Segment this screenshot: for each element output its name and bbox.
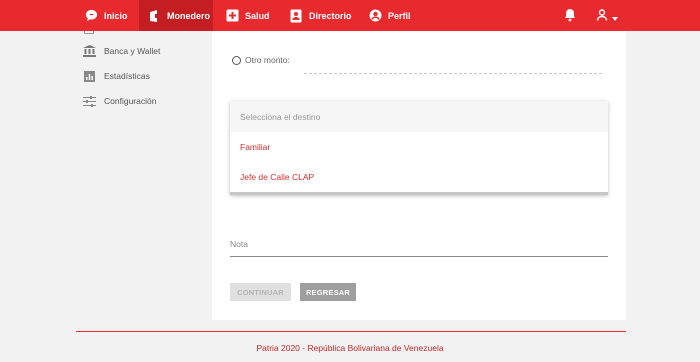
medical-cross-icon [225, 9, 239, 23]
sidebar-item-estadisticas[interactable]: Estadísticas [82, 70, 150, 82]
bar-chart-icon [82, 70, 96, 82]
chat-bubble-icon [84, 9, 98, 23]
nav-label-monedero: Monedero [167, 10, 211, 21]
user-circle-icon [368, 9, 382, 23]
sidebar-item-banca[interactable]: Banca y Wallet [82, 45, 160, 57]
note-field[interactable] [230, 256, 608, 257]
bank-icon [82, 45, 96, 57]
note-field-label: Nota [230, 239, 248, 249]
nav-label-salud: Salud [245, 10, 270, 21]
other-amount-input[interactable] [304, 73, 602, 74]
nav-label-inicio: Inicio [104, 10, 128, 21]
nav-item-inicio[interactable]: Inicio [80, 0, 140, 31]
destination-option-jefe-de-calle[interactable]: Jefe de Calle CLAP [230, 162, 608, 192]
back-button[interactable]: REGRESAR [300, 283, 356, 301]
destination-placeholder[interactable]: Selecciona el destino [230, 101, 608, 132]
nav-item-perfil[interactable]: Perfil [368, 0, 428, 31]
nav-label-perfil: Perfil [388, 10, 411, 21]
sidebar-item-label: Configuración [104, 96, 157, 106]
nav-item-salud[interactable]: Salud [225, 0, 285, 31]
sliders-icon [82, 95, 96, 107]
destination-dropdown[interactable]: Selecciona el destino Familiar Jefe de C… [230, 101, 608, 195]
other-amount-option[interactable]: Otro monto: [232, 55, 290, 65]
user-menu[interactable] [596, 8, 618, 26]
wallet-icon [147, 9, 161, 23]
footer-text: Patria 2020 - República Bolivariana de V… [256, 343, 444, 353]
other-amount-label: Otro monto: [245, 55, 290, 65]
footer-divider [76, 331, 626, 332]
continue-button[interactable]: CONTINUAR [230, 283, 291, 301]
bell-icon[interactable] [564, 8, 576, 27]
sidebar-item-configuracion[interactable]: Configuración [82, 95, 156, 107]
top-nav-bar: Inicio Monedero Salud Directorio Perfil [0, 0, 700, 31]
nav-item-directorio[interactable]: Directorio [289, 0, 361, 31]
nav-label-directorio: Directorio [309, 10, 352, 21]
nav-item-monedero[interactable]: Monedero [139, 0, 213, 31]
destination-option-familiar[interactable]: Familiar [230, 132, 608, 162]
directory-icon [289, 9, 303, 23]
sidebar-item-label: Estadísticas [104, 71, 150, 81]
caret-down-icon [612, 8, 618, 26]
sidebar-item-partial [84, 31, 94, 34]
radio-button[interactable] [232, 55, 241, 65]
person-icon [596, 8, 608, 26]
sidebar-item-label: Banca y Wallet [104, 46, 161, 56]
